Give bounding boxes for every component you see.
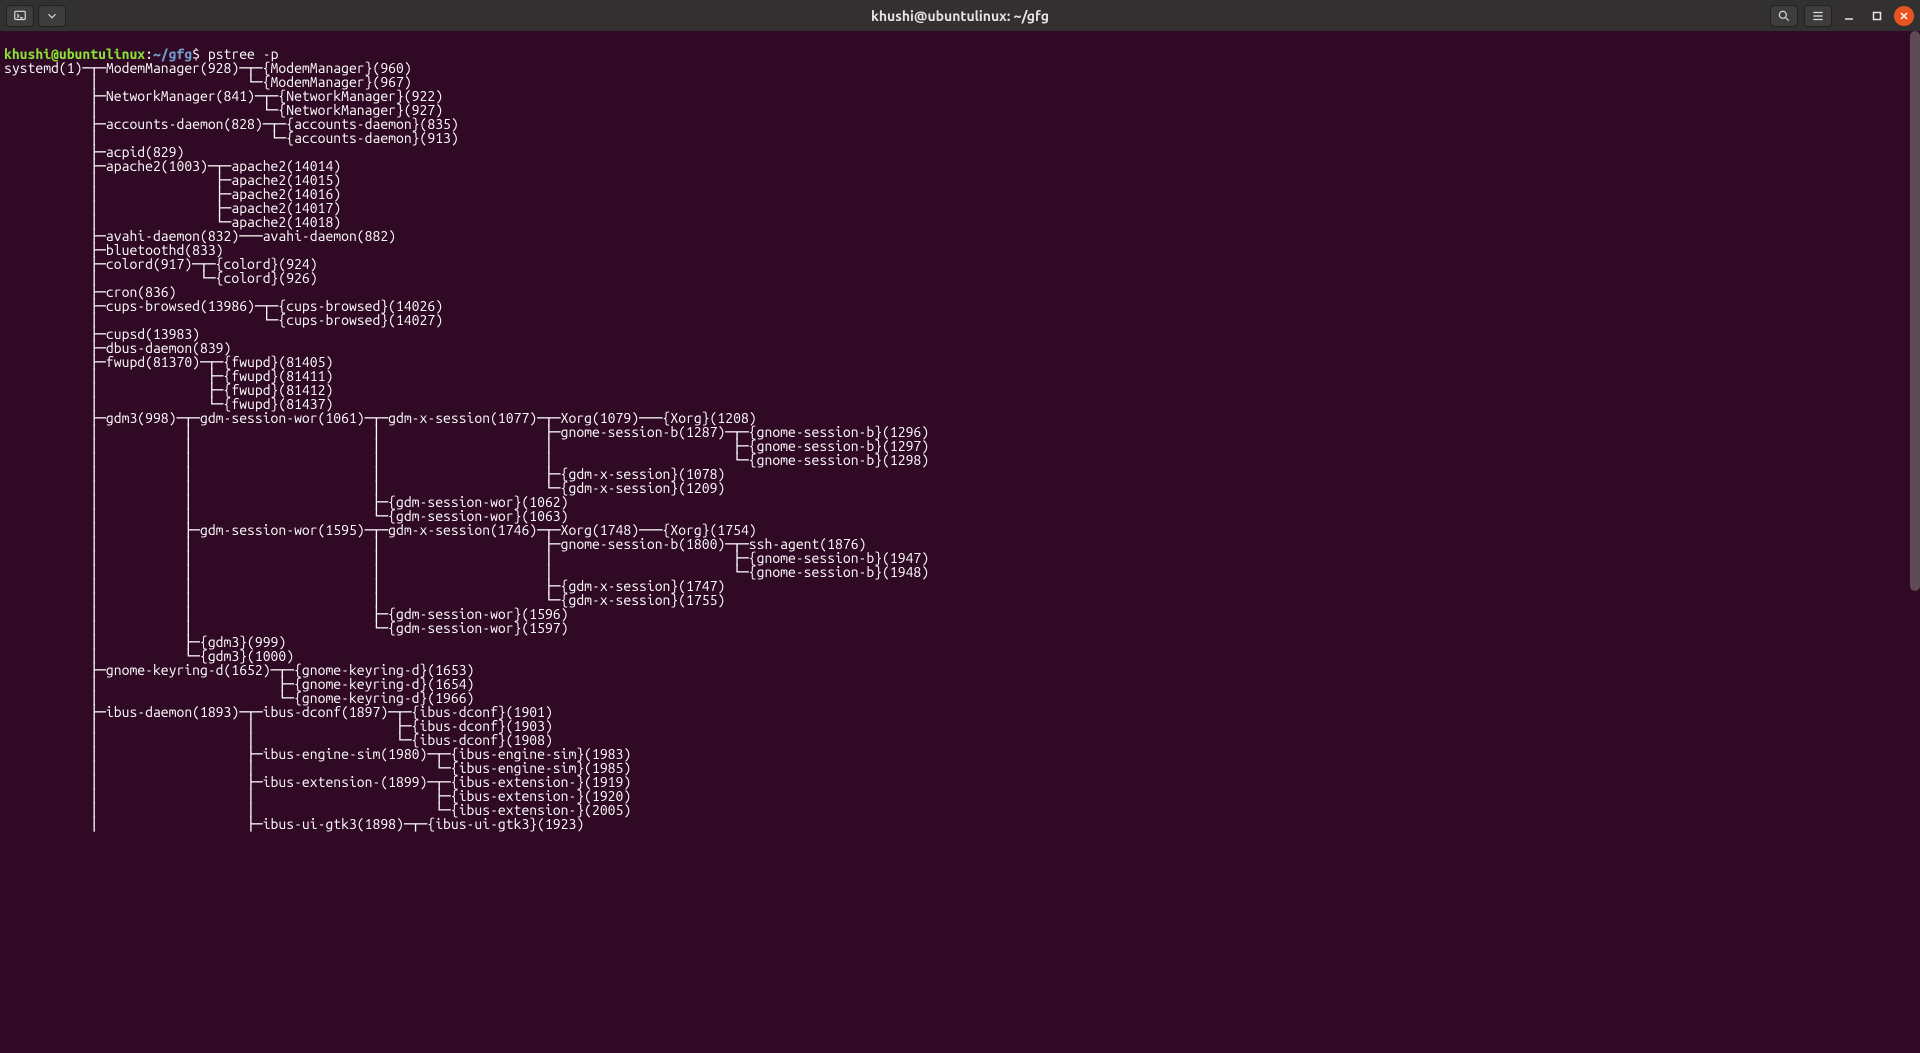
close-icon — [1899, 11, 1909, 21]
close-button[interactable] — [1894, 6, 1914, 26]
tab-dropdown-button[interactable] — [38, 5, 66, 27]
chevron-down-icon — [45, 9, 59, 23]
terminal-tab-icon — [13, 9, 27, 23]
search-icon — [1777, 9, 1791, 23]
menu-button[interactable] — [1804, 5, 1832, 27]
terminal-body[interactable]: khushi@ubuntulinux:~/gfg$ pstree -p syst… — [0, 31, 1920, 1053]
window-titlebar: khushi@ubuntulinux: ~/gfg — [0, 0, 1920, 31]
maximize-icon — [1872, 11, 1882, 21]
titlebar-left-controls — [6, 5, 66, 27]
minimize-button[interactable] — [1838, 5, 1860, 27]
pstree-output: systemd(1)─┬─ModemManager(928)─┬─{ModemM… — [4, 61, 1916, 831]
window-title: khushi@ubuntulinux: ~/gfg — [871, 8, 1049, 24]
terminal-scrollbar[interactable] — [1910, 31, 1920, 591]
minimize-icon — [1844, 11, 1854, 21]
hamburger-icon — [1811, 9, 1825, 23]
new-tab-button[interactable] — [6, 5, 34, 27]
titlebar-right-controls — [1770, 5, 1914, 27]
search-button[interactable] — [1770, 5, 1798, 27]
maximize-button[interactable] — [1866, 5, 1888, 27]
